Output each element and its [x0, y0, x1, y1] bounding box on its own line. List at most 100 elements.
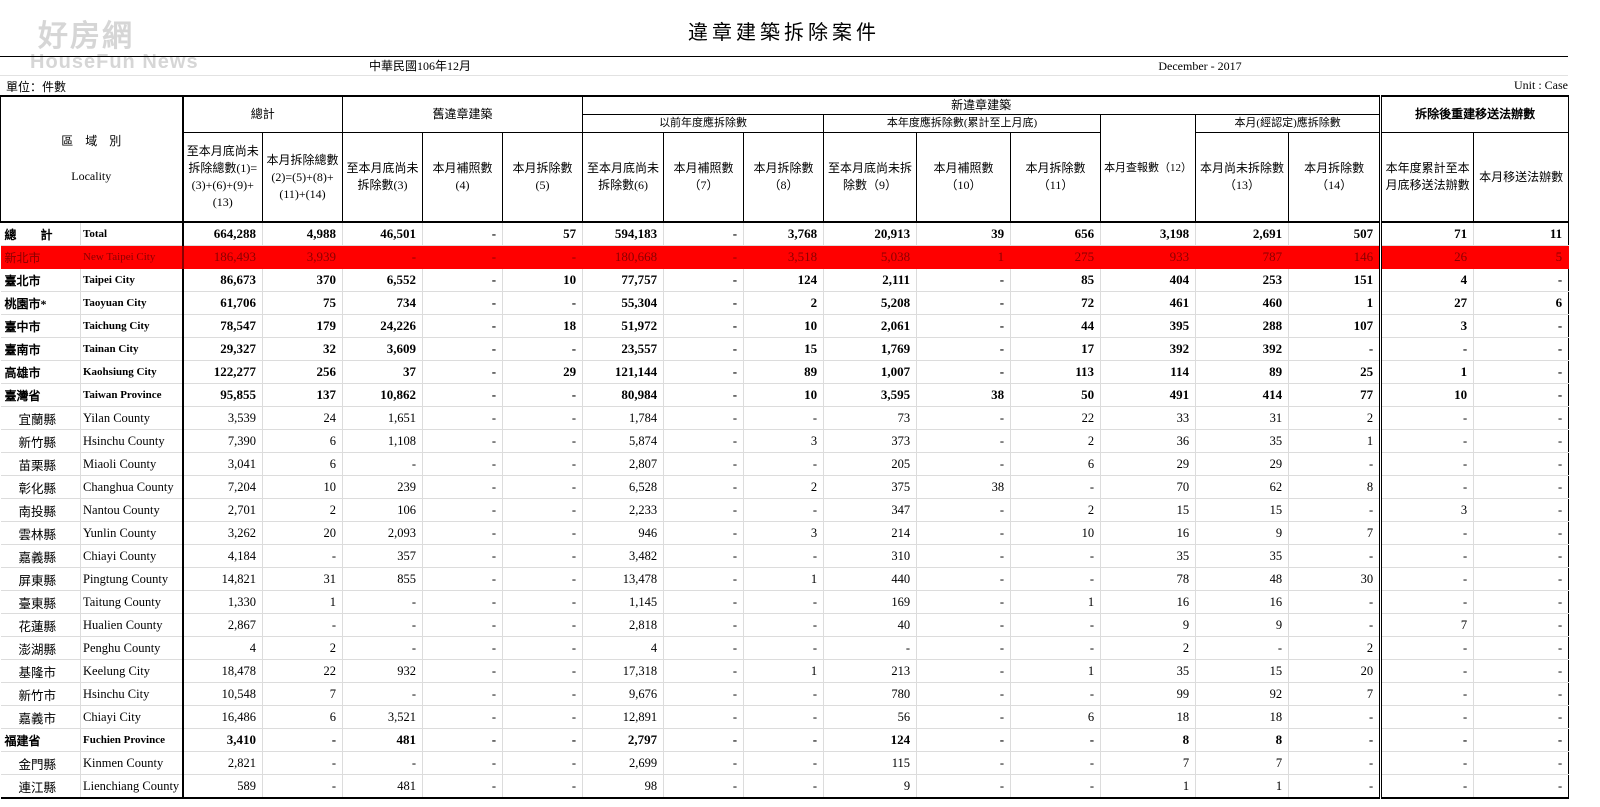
cell-col-8: -	[743, 682, 825, 706]
cell-col-12: 1	[1100, 774, 1197, 799]
cell-col-7: -	[663, 406, 745, 430]
cell-col-1: 86,673	[182, 268, 264, 292]
cell-col-10: -	[916, 544, 1012, 568]
locality-en: Chiayi City	[80, 705, 184, 729]
locality-en: Nantou County	[80, 498, 184, 522]
cell-col-14: -	[1288, 613, 1382, 637]
cell-col-16: -	[1473, 590, 1570, 614]
cell-col-15: 3	[1379, 498, 1475, 522]
col-header-12: 本月查報數（12）	[1100, 114, 1197, 223]
cell-col-15: 7	[1379, 613, 1475, 637]
cell-col-1: 2,821	[182, 751, 264, 775]
cell-col-3: 1,108	[342, 429, 424, 453]
cell-col-3: -	[342, 682, 424, 706]
locality-cn: 基隆市	[0, 659, 81, 683]
locality-en: Kaohsiung City	[80, 360, 184, 384]
cell-col-8: -	[743, 728, 825, 752]
locality-cn: 屏東縣	[0, 567, 81, 591]
cell-col-3: -	[342, 751, 424, 775]
cell-col-7: -	[663, 314, 745, 338]
cell-col-12: 392	[1100, 337, 1197, 361]
cell-col-4: -	[422, 567, 504, 591]
cell-col-16: -	[1473, 682, 1570, 706]
locality-en: Pingtung County	[80, 567, 184, 591]
table-row: 基隆市 Keelung City 18,478 22 932- -17,318-1 213-…	[0, 659, 1570, 683]
cell-col-15: -	[1379, 751, 1475, 775]
locality-header-cn: 區 域 別	[61, 134, 122, 148]
cell-col-10: 38	[916, 475, 1012, 499]
cell-col-3: 239	[342, 475, 424, 499]
cell-col-7: -	[663, 498, 745, 522]
col-header-rebuild-cumulative: 本年度累計至本月底移送法辦數	[1379, 132, 1475, 223]
cell-col-15: 3	[1379, 314, 1475, 338]
cell-col-10: 39	[916, 221, 1012, 246]
cell-col-14: 8	[1288, 475, 1382, 499]
cell-col-14: 107	[1288, 314, 1382, 338]
locality-en: Hsinchu County	[80, 429, 184, 453]
cell-col-5: -	[502, 774, 584, 799]
page-title: 違章建築拆除案件	[688, 22, 880, 44]
cell-col-15: -	[1379, 682, 1475, 706]
cell-col-9: 214	[823, 521, 918, 545]
locality-cn: 臺南市	[0, 337, 81, 361]
cell-col-2: 22	[262, 659, 344, 683]
locality-cn: 新竹市	[0, 682, 81, 706]
cell-col-9: 373	[823, 429, 918, 453]
cell-col-11: -	[1010, 751, 1102, 775]
cell-col-6: 23,557	[582, 337, 665, 361]
cell-col-11: 2	[1010, 429, 1102, 453]
cell-col-16: 6	[1473, 291, 1570, 315]
cell-col-1: 1,330	[182, 590, 264, 614]
table-row: 苗栗縣 Miaoli County 3,041 6- - -2,807- -205-6 29 2…	[0, 452, 1570, 476]
cell-col-7: -	[663, 590, 745, 614]
cell-col-5: -	[502, 682, 584, 706]
cell-col-5: -	[502, 728, 584, 752]
cell-col-10: 38	[916, 383, 1012, 407]
cell-col-13: 8	[1195, 728, 1290, 752]
cell-col-16: -	[1473, 360, 1570, 384]
cell-col-9: 40	[823, 613, 918, 637]
cell-col-13: 29	[1195, 452, 1290, 476]
cell-col-10: -	[916, 728, 1012, 752]
cell-col-13: 9	[1195, 521, 1290, 545]
locality-en: Lienchiang County	[80, 774, 184, 799]
cell-col-2: 75	[262, 291, 344, 315]
cell-col-5: -	[502, 521, 584, 545]
cell-col-15: -	[1379, 521, 1475, 545]
cell-col-2: -	[262, 544, 344, 568]
cell-col-5: -	[502, 452, 584, 476]
cell-col-10: -	[916, 774, 1012, 799]
table-row: 南投縣 Nantou County 2,701 2 106- -2,233- -347-2 1…	[0, 498, 1570, 522]
cell-col-6: 2,699	[582, 751, 665, 775]
cell-col-5: -	[502, 636, 584, 660]
cell-col-5: -	[502, 498, 584, 522]
cell-col-1: 3,539	[182, 406, 264, 430]
cell-col-13: 253	[1195, 268, 1290, 292]
cell-col-16: -	[1473, 337, 1570, 361]
cell-col-4: -	[422, 659, 504, 683]
cell-col-13: 288	[1195, 314, 1290, 338]
cell-col-6: 1,784	[582, 406, 665, 430]
cell-col-15: -	[1379, 429, 1475, 453]
cell-col-7: -	[663, 567, 745, 591]
group-prior-year-header: 以前年度應拆除數	[582, 114, 825, 133]
cell-col-9: 780	[823, 682, 918, 706]
cell-col-2: 370	[262, 268, 344, 292]
cell-col-3: -	[342, 452, 424, 476]
cell-col-7: -	[663, 452, 745, 476]
cell-col-7: -	[663, 774, 745, 799]
cell-col-4: -	[422, 728, 504, 752]
locality-cn: 宜蘭縣	[0, 406, 81, 430]
cell-col-9: 1,007	[823, 360, 918, 384]
cell-col-12: 461	[1100, 291, 1197, 315]
cell-col-2: -	[262, 613, 344, 637]
cell-col-2: -	[262, 774, 344, 799]
cell-col-14: -	[1288, 774, 1382, 799]
locality-header: 區 域 別 Locality	[0, 95, 184, 223]
table-row: 新北市 New Taipei City 186,493 3,939- - -180,668…	[0, 245, 1570, 269]
cell-col-15: -	[1379, 774, 1475, 799]
cell-col-7: -	[663, 636, 745, 660]
cell-col-9: 20,913	[823, 221, 918, 246]
divider	[0, 56, 1568, 57]
cell-col-11: 72	[1010, 291, 1102, 315]
